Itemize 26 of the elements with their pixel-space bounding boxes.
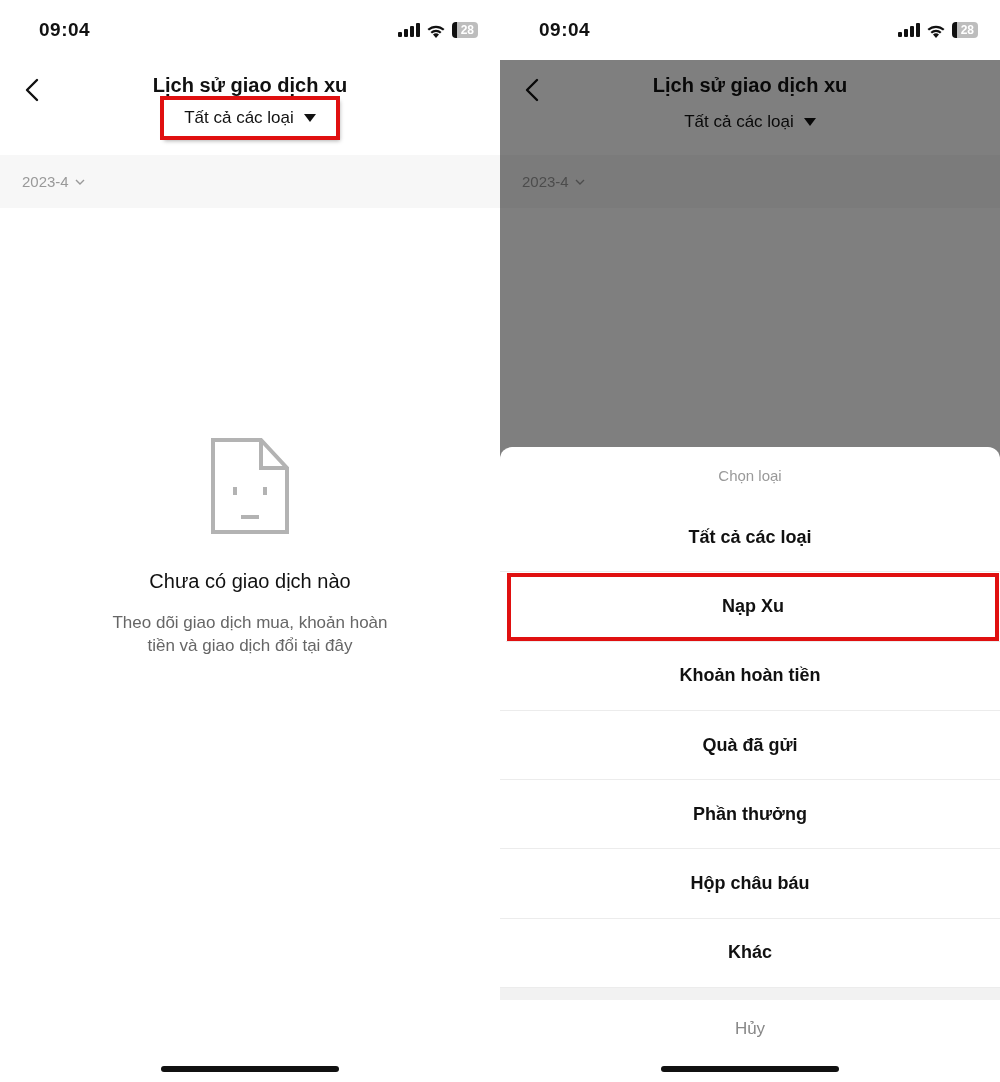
status-time: 09:04	[539, 19, 591, 41]
signal-icon	[397, 23, 420, 37]
type-option[interactable]: Khoản hoàn tiền	[500, 641, 1000, 711]
back-icon[interactable]	[25, 78, 39, 102]
status-time: 09:04	[39, 19, 91, 41]
sheet-title: Chọn loại	[717, 465, 783, 486]
cancel-button[interactable]: Hủy	[500, 1000, 1000, 1059]
type-option[interactable]: Hộp châu báu	[500, 849, 1000, 919]
signal-icon	[897, 23, 920, 37]
empty-state-title: Chưa có giao dịch nào	[149, 570, 351, 593]
battery-indicator: 28	[951, 22, 978, 38]
type-option[interactable]: Phần thưởng	[500, 780, 1000, 850]
filter-dropdown[interactable]: Tất cả các loại	[662, 108, 838, 144]
caret-icon	[803, 118, 816, 126]
page-title: Lịch sử giao dịch xu	[152, 73, 348, 97]
type-option[interactable]: Tất cả các loại	[500, 503, 1000, 573]
empty-document-icon	[211, 438, 289, 534]
type-option[interactable]: Nạp Xu	[506, 572, 1000, 642]
chevron-down-icon	[574, 178, 585, 185]
page-title: Lịch sử giao dịch xu	[652, 73, 848, 97]
chevron-down-icon	[74, 178, 85, 185]
battery-indicator: 28	[451, 22, 478, 38]
filter-dropdown[interactable]: Tất cả các loại	[162, 98, 338, 138]
empty-state-message: Theo dõi giao dịch mua, khoản hoàn tiền và giao dịch đổi tại đây	[111, 612, 389, 657]
type-option[interactable]: Quà đã gửi	[500, 710, 1000, 781]
caret-icon	[303, 114, 316, 122]
